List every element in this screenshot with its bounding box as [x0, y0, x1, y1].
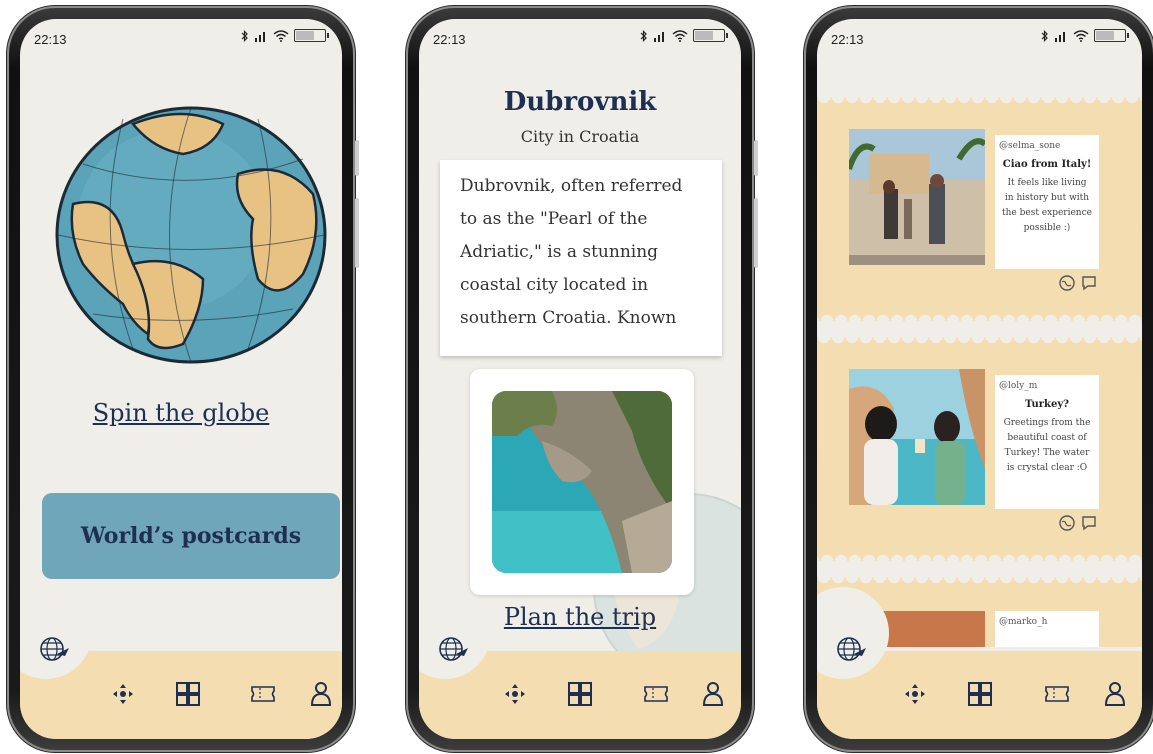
globe-plane-icon[interactable] [34, 629, 74, 669]
city-description-card[interactable]: Dubrovnik, often referred to as the "Pear… [440, 160, 722, 356]
grid-icon[interactable] [965, 679, 995, 709]
move-icon[interactable] [900, 679, 930, 709]
postcard-text-partial: @marko_h [995, 611, 1099, 647]
postcard-title: Turkey? [1024, 399, 1070, 410]
city-subtitle: City in Croatia [520, 127, 640, 146]
globe-emoji-icon[interactable] [1059, 515, 1075, 531]
profile-icon[interactable] [306, 679, 336, 709]
globe-illustration[interactable] [53, 104, 329, 366]
status-time: 22:13 [34, 32, 67, 47]
postcard-text-turkey: @loly_m Turkey? Greetings from the beaut… [995, 375, 1099, 509]
wifi-icon [672, 29, 688, 42]
postcard-photo-italy [849, 129, 985, 265]
status-time: 22:13 [433, 32, 466, 47]
spin-globe-link[interactable]: Spin the globe [20, 399, 342, 427]
description-line: Dubrovnik, often referred [460, 176, 683, 196]
postcard-turkey[interactable]: @loly_m Turkey? Greetings from the beaut… [817, 337, 1142, 561]
bluetooth-icon [241, 29, 248, 42]
move-icon[interactable] [108, 679, 138, 709]
wifi-icon [273, 29, 289, 42]
phone-frame-home: 22:13 Spin the globe World’s postcards [9, 8, 359, 750]
city-photo-frame[interactable] [470, 369, 694, 595]
bluetooth-icon [640, 29, 647, 42]
signal-icon [255, 31, 265, 42]
postcard-photo-turkey [849, 369, 985, 505]
ticket-icon[interactable] [1042, 679, 1072, 709]
wifi-icon [1073, 29, 1089, 42]
globe-emoji-icon[interactable] [1059, 275, 1075, 291]
home-screen: 22:13 Spin the globe World’s postcards [20, 19, 342, 739]
postcard-username: @selma_sone [999, 141, 1061, 151]
phone-frame-feed: 22:13 @selma_sone Ciao from Italy! It fe… [806, 8, 1153, 750]
comment-icon[interactable] [1081, 275, 1097, 291]
ticket-icon[interactable] [248, 679, 278, 709]
city-title: Dubrovnik [503, 87, 657, 117]
postcard-text-italy: @selma_sone Ciao from Italy! It feels li… [995, 135, 1099, 269]
battery-icon [294, 29, 329, 42]
phone-frame-city: 22:13 Dubrovnik City in Croatia Dubrovni… [408, 8, 758, 750]
globe-plane-icon[interactable] [433, 629, 473, 669]
move-icon[interactable] [500, 679, 530, 709]
bluetooth-icon [1041, 29, 1048, 42]
description-line: Adriatic," is a stunning [460, 242, 659, 262]
grid-icon[interactable] [173, 679, 203, 709]
battery-icon [693, 29, 728, 42]
description-line: southern Croatia. Known [460, 308, 677, 328]
profile-icon[interactable] [698, 679, 728, 709]
postcard-feed-screen: 22:13 @selma_sone Ciao from Italy! It fe… [817, 19, 1142, 739]
worlds-postcards-label: World’s postcards [80, 523, 302, 549]
status-bar: 22:13 [419, 19, 741, 59]
status-bar: 22:13 [20, 19, 342, 59]
status-time: 22:13 [831, 32, 864, 47]
city-screen: 22:13 Dubrovnik City in Croatia Dubrovni… [419, 19, 741, 739]
postcard-username: @marko_h [999, 617, 1048, 627]
signal-icon [1055, 31, 1065, 42]
comment-icon[interactable] [1081, 515, 1097, 531]
profile-icon[interactable] [1100, 679, 1130, 709]
battery-icon [1094, 29, 1129, 42]
ticket-icon[interactable] [641, 679, 671, 709]
postcard-username: @loly_m [999, 381, 1038, 391]
signal-icon [654, 31, 664, 42]
description-line: coastal city located in [460, 275, 649, 295]
postcard-message: Greetings from the beautiful coast of Tu… [1003, 418, 1091, 473]
globe-plane-icon[interactable] [831, 629, 871, 669]
worlds-postcards-button[interactable]: World’s postcards [42, 493, 340, 579]
postcard-italy[interactable]: @selma_sone Ciao from Italy! It feels li… [817, 97, 1142, 321]
city-coast-photo [492, 391, 672, 573]
postcard-title: Ciao from Italy! [1002, 159, 1092, 170]
description-line: to as the "Pearl of the [460, 209, 648, 229]
status-bar: 22:13 [817, 19, 1142, 59]
postcard-message: It feels like living in history but with… [1002, 178, 1092, 233]
grid-icon[interactable] [565, 679, 595, 709]
